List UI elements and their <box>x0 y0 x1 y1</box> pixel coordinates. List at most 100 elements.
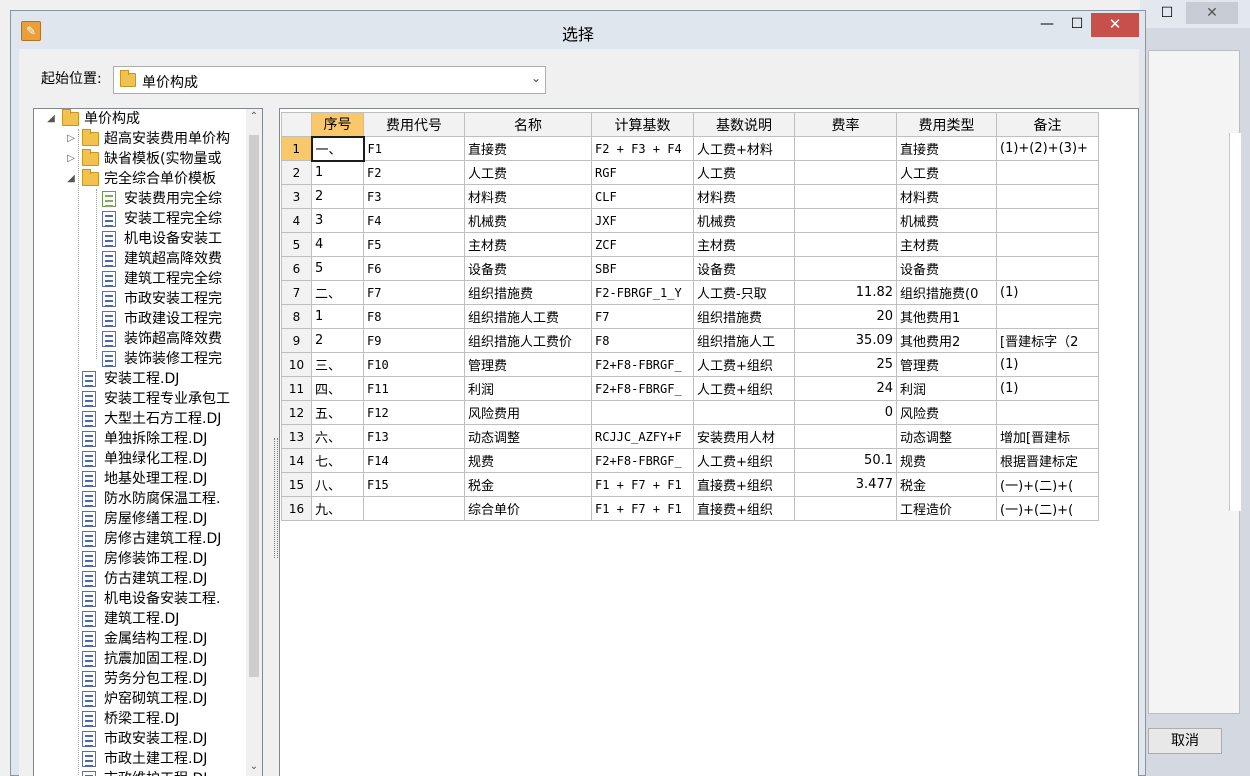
grid-cell[interactable]: 其他费用2 <box>896 328 997 353</box>
table-row[interactable]: 1 一、 F1 直接费 F2 + F3 + F4 人工费+材料 直接费 (1)+(2)+(3)… <box>281 135 1099 162</box>
grid-cell[interactable]: 动态调整 <box>464 424 592 449</box>
grid-cell[interactable]: 一、 <box>310 135 365 162</box>
grid-cell[interactable]: 组织措施费 <box>464 280 592 305</box>
grid-cell[interactable] <box>794 424 897 449</box>
table-row[interactable]: 8 1 F8 组织措施人工费 F7 组织措施费 20 其他费用1 <box>281 304 1099 329</box>
row-number[interactable]: 4 <box>281 208 312 233</box>
row-number[interactable]: 15 <box>281 472 312 497</box>
table-row[interactable]: 14 七、 F14 规费 F2+F8-FBRGF_ 人工费+组织 50.1 规费 根据晋建标定 <box>281 448 1099 473</box>
grid-cell[interactable]: (1) <box>996 352 1099 377</box>
grid-cell[interactable]: 组织措施人工费 <box>464 304 592 329</box>
grid-cell[interactable]: F5 <box>363 232 465 257</box>
grid-cell[interactable] <box>996 304 1099 329</box>
row-number[interactable]: 5 <box>281 232 312 257</box>
row-number[interactable]: 2 <box>281 160 312 185</box>
grid-cell[interactable]: 二、 <box>311 280 364 305</box>
splitter-grip[interactable] <box>274 438 278 558</box>
grid-cell[interactable]: F14 <box>363 448 465 473</box>
grid-cell[interactable]: 利润 <box>896 376 997 401</box>
grid-cell[interactable]: 综合单价 <box>464 496 592 521</box>
grid-cell[interactable]: 20 <box>794 304 897 329</box>
grid-cell[interactable]: F7 <box>363 280 465 305</box>
table-row[interactable]: 5 4 F5 主材费 ZCF 主材费 主材费 <box>281 232 1099 257</box>
scroll-down-icon[interactable]: ⌄ <box>246 759 262 775</box>
grid-cell[interactable] <box>996 160 1099 185</box>
grid-cell[interactable]: 1 <box>311 304 364 329</box>
grid-cell[interactable]: 工程造价 <box>896 496 997 521</box>
grid-cell[interactable]: 设备费 <box>896 256 997 281</box>
grid-cell[interactable] <box>996 184 1099 209</box>
grid-cell[interactable]: 根据晋建标定 <box>996 448 1099 473</box>
row-number[interactable]: 9 <box>281 328 312 353</box>
table-row[interactable]: 13 六、 F13 动态调整 RCJJC_AZFY+F 安装费用人材 动态调整 增加[晋建标 <box>281 424 1099 449</box>
grid-cell[interactable]: 八、 <box>311 472 364 497</box>
grid-cell[interactable]: 人工费+组织 <box>693 376 795 401</box>
grid-cell[interactable]: (1) <box>996 376 1099 401</box>
grid-cell[interactable]: F7 <box>591 304 694 329</box>
grid-cell[interactable]: 人工费-只取 <box>693 280 795 305</box>
grid-cell[interactable] <box>794 496 897 521</box>
grid-cell[interactable]: 直接费 <box>464 136 592 161</box>
grid-cell[interactable]: F3 <box>363 184 465 209</box>
grid-cell[interactable]: 风险费用 <box>464 400 592 425</box>
grid-cell[interactable]: 利润 <box>464 376 592 401</box>
grid-cell[interactable] <box>794 256 897 281</box>
grid-cell[interactable]: F1 + F7 + F1 <box>591 472 694 497</box>
grid-cell[interactable]: 六、 <box>311 424 364 449</box>
table-row[interactable]: 3 2 F3 材料费 CLF 材料费 材料费 <box>281 184 1099 209</box>
grid-cell[interactable]: 风险费 <box>896 400 997 425</box>
table-row[interactable]: 16 九、 综合单价 F1 + F7 + F1 直接费+组织 工程造价 (一)+(二)+( <box>281 496 1099 521</box>
table-row[interactable]: 10 三、 F10 管理费 F2+F8-FBRGF_ 人工费+组织 25 管理费 (1) <box>281 352 1099 377</box>
grid-cell[interactable]: 主材费 <box>464 232 592 257</box>
grid-cell[interactable]: 主材费 <box>693 232 795 257</box>
grid-cell[interactable]: 机械费 <box>896 208 997 233</box>
grid-cell[interactable] <box>794 184 897 209</box>
row-number[interactable]: 8 <box>281 304 312 329</box>
grid-cell[interactable]: 动态调整 <box>896 424 997 449</box>
grid-cell[interactable]: 安装费用人材 <box>693 424 795 449</box>
row-number[interactable]: 12 <box>281 400 312 425</box>
row-number[interactable]: 11 <box>281 376 312 401</box>
row-number[interactable]: 14 <box>281 448 312 473</box>
grid-cell[interactable]: 九、 <box>311 496 364 521</box>
grid-cell[interactable]: 材料费 <box>896 184 997 209</box>
grid-cell[interactable]: 人工费 <box>896 160 997 185</box>
grid-cell[interactable]: 税金 <box>464 472 592 497</box>
grid-cell[interactable]: SBF <box>591 256 694 281</box>
grid-cell[interactable]: F8 <box>363 304 465 329</box>
grid-cell[interactable]: 4 <box>311 232 364 257</box>
grid-cell[interactable]: F1 <box>363 136 465 161</box>
grid-cell[interactable]: 11.82 <box>794 280 897 305</box>
grid-cell[interactable]: 设备费 <box>464 256 592 281</box>
expanded-arrow-icon[interactable]: ◢ <box>66 169 76 189</box>
grid-cell[interactable]: F11 <box>363 376 465 401</box>
grid-cell[interactable]: 直接费 <box>896 136 997 161</box>
grid-cell[interactable]: (1)+(2)+(3)+ <box>996 136 1099 161</box>
scroll-thumb[interactable] <box>249 135 259 677</box>
grid-cell[interactable]: 管理费 <box>464 352 592 377</box>
grid-cell[interactable]: 其他费用1 <box>896 304 997 329</box>
grid-cell[interactable]: [晋建标字（2 <box>996 328 1099 353</box>
grid-cell[interactable]: 人工费+组织 <box>693 448 795 473</box>
grid-cell[interactable]: F13 <box>363 424 465 449</box>
grid-cell[interactable]: 三、 <box>311 352 364 377</box>
row-number[interactable]: 10 <box>281 352 312 377</box>
column-header[interactable]: 名称 <box>464 112 592 137</box>
grid-cell[interactable]: 5 <box>311 256 364 281</box>
column-header[interactable]: 费用类型 <box>896 112 997 137</box>
row-number[interactable]: 7 <box>281 280 312 305</box>
grid-cell[interactable] <box>996 208 1099 233</box>
grid-cell[interactable]: F10 <box>363 352 465 377</box>
grid-cell[interactable]: 人工费+组织 <box>693 352 795 377</box>
grid-cell[interactable]: JXF <box>591 208 694 233</box>
row-number[interactable]: 3 <box>281 184 312 209</box>
grid-cell[interactable]: 直接费+组织 <box>693 472 795 497</box>
grid-cell[interactable]: 组织措施费(0 <box>896 280 997 305</box>
grid-cell[interactable]: 规费 <box>896 448 997 473</box>
grid-cell[interactable]: 增加[晋建标 <box>996 424 1099 449</box>
row-number[interactable]: 1 <box>281 136 312 161</box>
grid-cell[interactable] <box>693 400 795 425</box>
grid-cell[interactable]: 35.09 <box>794 328 897 353</box>
grid-cell[interactable]: F2 <box>363 160 465 185</box>
grid-cell[interactable]: F8 <box>591 328 694 353</box>
